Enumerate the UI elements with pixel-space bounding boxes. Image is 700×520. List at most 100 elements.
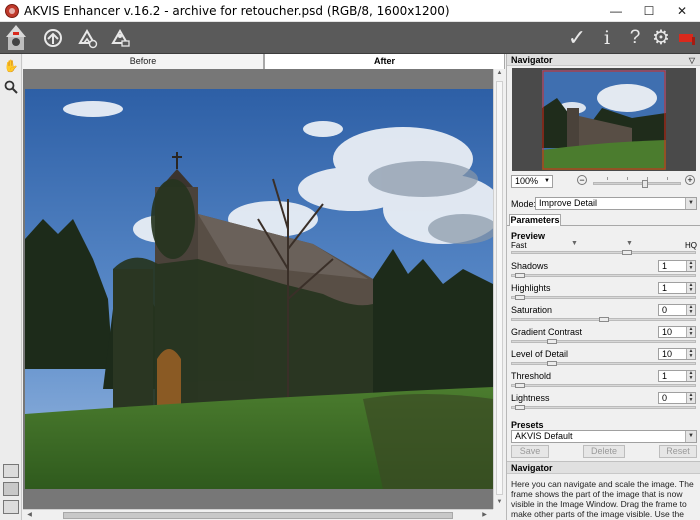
spin-arrows-icon[interactable]: ▲ ▼ xyxy=(686,349,695,359)
parameter-spinbox[interactable]: 0 ▲ ▼ xyxy=(658,304,696,316)
parameter-value: 0 xyxy=(662,305,668,315)
parameter-slider[interactable] xyxy=(511,383,696,388)
tab-after[interactable]: After xyxy=(264,54,505,69)
preview-quality-slider[interactable] xyxy=(511,250,696,255)
parameter-slider[interactable] xyxy=(511,339,696,344)
navigator-title: Navigator xyxy=(511,55,553,65)
vertical-scrollbar[interactable]: ▲ ▼ xyxy=(493,69,505,509)
zoom-tick xyxy=(667,177,668,180)
parameter-slider[interactable] xyxy=(511,361,696,366)
zoom-slider[interactable] xyxy=(593,180,681,188)
parameter-value: 0 xyxy=(662,393,668,403)
preview-fast-label: Fast xyxy=(511,241,527,250)
image-window[interactable] xyxy=(23,69,493,509)
church-photo xyxy=(25,89,493,489)
app-logo-icon xyxy=(5,4,19,18)
collapse-icon[interactable]: ▽ xyxy=(689,55,695,67)
apply-check-icon[interactable]: ✓ xyxy=(564,25,590,51)
parameter-slider[interactable] xyxy=(511,405,696,410)
parameter-label: Threshold xyxy=(511,371,552,381)
preview-hq-label: HQ xyxy=(685,241,697,250)
preview-marker-icon: ▼ xyxy=(571,240,578,247)
preview-quality-thumb[interactable] xyxy=(622,250,632,255)
mode-label: Mode: xyxy=(511,199,537,209)
parameter-slider[interactable] xyxy=(511,295,696,300)
parameter-spinbox[interactable]: 10 ▲ ▼ xyxy=(658,326,696,338)
view-tabs: Before After xyxy=(23,54,505,69)
scroll-down-icon[interactable]: ▼ xyxy=(494,499,505,505)
help-icon[interactable]: ? xyxy=(622,25,648,51)
scroll-right-icon[interactable]: ▶ xyxy=(479,511,490,518)
horizontal-scrollbar[interactable]: ◀ ▶ xyxy=(23,509,493,520)
presets-label: Presets xyxy=(511,420,544,430)
save-image-icon[interactable] xyxy=(74,25,100,51)
zoom-slider-thumb[interactable] xyxy=(642,180,648,188)
view-fit-icon[interactable] xyxy=(3,500,19,514)
navigator-preview[interactable] xyxy=(512,68,696,171)
zoom-value: 100% xyxy=(515,176,539,186)
zoom-tick xyxy=(607,177,608,180)
view-split-icon[interactable] xyxy=(3,482,19,496)
tab-before[interactable]: Before xyxy=(23,54,264,69)
scroll-left-icon[interactable]: ◀ xyxy=(24,511,35,518)
parameter-slider-thumb[interactable] xyxy=(515,273,525,278)
horizontal-scroll-thumb[interactable] xyxy=(63,512,453,519)
spin-arrows-icon[interactable]: ▲ ▼ xyxy=(686,305,695,315)
batch-icon[interactable] xyxy=(107,25,133,51)
zoom-tool-icon[interactable] xyxy=(3,79,19,95)
parameter-value: 10 xyxy=(662,349,673,359)
parameter-slider-thumb[interactable] xyxy=(547,361,557,366)
navigator-header: Navigator ▽ xyxy=(507,54,700,66)
help-text: Here you can navigate and scale the imag… xyxy=(511,479,694,519)
view-single-icon[interactable] xyxy=(3,464,19,478)
maximize-button[interactable]: ☐ xyxy=(633,0,665,22)
zoom-in-button[interactable]: + xyxy=(685,175,695,185)
parameter-spinbox[interactable]: 1 ▲ ▼ xyxy=(658,370,696,382)
save-preset-button[interactable]: Save xyxy=(511,445,549,458)
spin-arrows-icon[interactable]: ▲ ▼ xyxy=(686,371,695,381)
toolbar: ✓ i ? ⚙ xyxy=(0,22,700,54)
title-bar: AKVIS Enhancer v.16.2 - archive for reto… xyxy=(0,0,700,22)
tab-parameters[interactable]: Parameters xyxy=(509,214,561,226)
spin-arrows-icon[interactable]: ▲ ▼ xyxy=(686,393,695,403)
parameter-spinbox[interactable]: 1 ▲ ▼ xyxy=(658,282,696,294)
mode-value: Improve Detail xyxy=(539,198,598,208)
parameter-slider[interactable] xyxy=(511,273,696,278)
chevron-down-icon: ▼ xyxy=(685,431,696,442)
about-icon[interactable]: i xyxy=(594,25,620,51)
parameter-slider-thumb[interactable] xyxy=(547,339,557,344)
hand-tool-icon[interactable]: ✋ xyxy=(3,58,19,74)
parameter-spinbox[interactable]: 0 ▲ ▼ xyxy=(658,392,696,404)
parameter-slider[interactable] xyxy=(511,317,696,322)
zoom-select[interactable]: 100% ▼ xyxy=(511,175,553,188)
zoom-out-button[interactable]: − xyxy=(577,175,587,185)
parameter-slider-thumb[interactable] xyxy=(599,317,609,322)
parameter-slider-thumb[interactable] xyxy=(515,405,525,410)
spin-arrows-icon[interactable]: ▲ ▼ xyxy=(686,261,695,271)
parameter-value: 10 xyxy=(662,327,673,337)
settings-icon[interactable]: ⚙ xyxy=(648,25,674,51)
parameter-value: 1 xyxy=(662,261,668,271)
parameter-label: Saturation xyxy=(511,305,553,315)
preset-select[interactable]: AKVIS Default ▼ xyxy=(511,430,697,443)
delete-preset-button[interactable]: Delete xyxy=(583,445,625,458)
open-image-icon[interactable] xyxy=(40,25,66,51)
close-button[interactable]: ✕ xyxy=(666,0,698,22)
parameter-spinbox[interactable]: 1 ▲ ▼ xyxy=(658,260,696,272)
mode-select[interactable]: Improve Detail ▼ xyxy=(535,197,697,210)
vertical-scroll-thumb[interactable] xyxy=(496,81,503,495)
minimize-button[interactable]: — xyxy=(600,0,632,22)
parameter-slider-thumb[interactable] xyxy=(515,383,525,388)
zoom-tick xyxy=(627,177,628,180)
parameter-label: Gradient Contrast xyxy=(511,327,583,337)
parameter-slider-thumb[interactable] xyxy=(515,295,525,300)
spin-arrows-icon[interactable]: ▲ ▼ xyxy=(686,327,695,337)
parameter-label: Shadows xyxy=(511,261,549,271)
spin-arrows-icon[interactable]: ▲ ▼ xyxy=(686,283,695,293)
parameter-label: Highlights xyxy=(511,283,551,293)
help-header: Navigator xyxy=(507,461,700,474)
reset-preset-button[interactable]: Reset xyxy=(659,445,697,458)
notifications-flag-icon[interactable] xyxy=(674,25,700,51)
scroll-up-icon[interactable]: ▲ xyxy=(494,70,505,76)
parameter-spinbox[interactable]: 10 ▲ ▼ xyxy=(658,348,696,360)
